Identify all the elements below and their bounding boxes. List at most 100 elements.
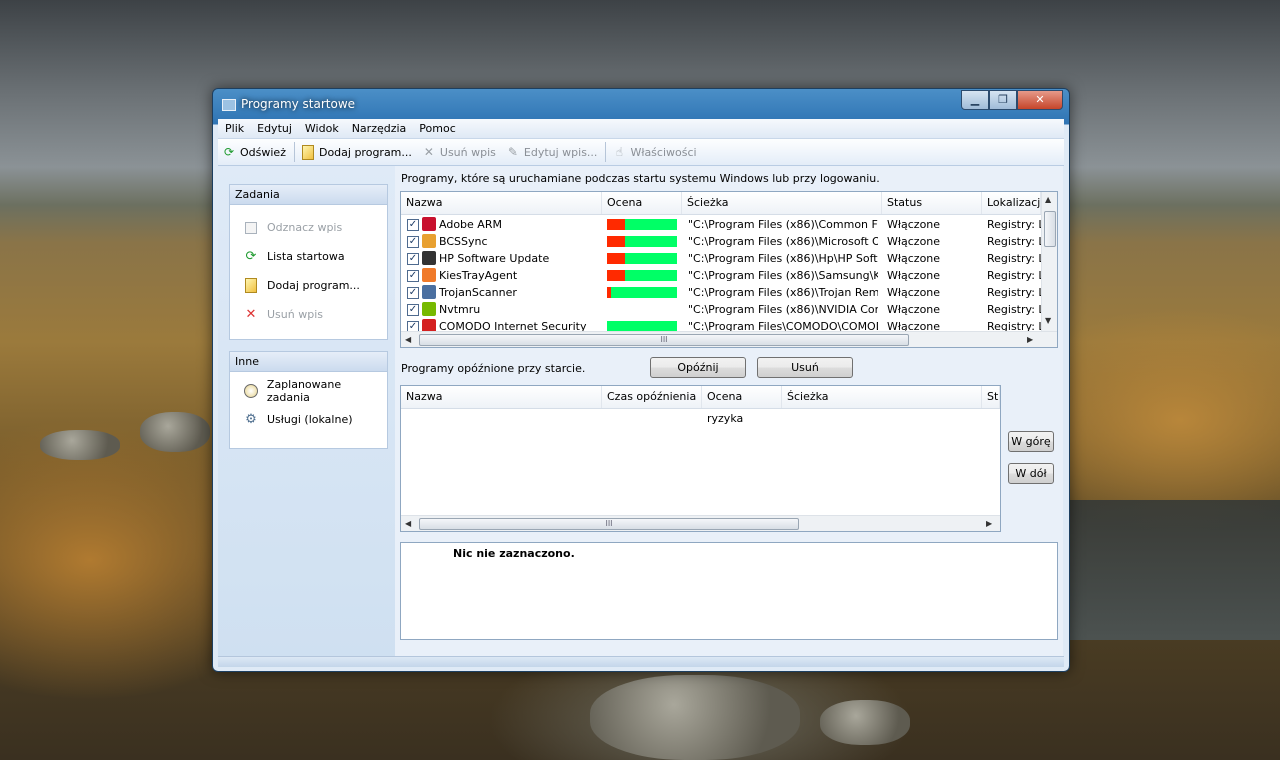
task-uncheck-entry[interactable]: Odznacz wpis [230, 213, 387, 242]
task-startup-list-label: Lista startowa [267, 250, 345, 263]
move-up-button[interactable]: W górę [1008, 431, 1054, 452]
menu-view[interactable]: Widok [298, 119, 345, 135]
main-area: Programy, które są uruchamiane podczas s… [395, 166, 1063, 656]
task-add-program-label: Dodaj program... [267, 279, 360, 292]
row-checkbox[interactable]: ✓ [407, 253, 419, 265]
row-checkbox[interactable]: ✓ [407, 236, 419, 248]
row-checkbox[interactable]: ✓ [407, 270, 419, 282]
maximize-button[interactable]: ❐ [989, 90, 1017, 110]
table-row[interactable]: ✓ Nvtmru "C:\Program Files (x86)\NVIDIA Co… [401, 301, 1041, 318]
startup-programs-window: Programy startowe ▁ ❐ ✕ Plik Edytuj Widok N… [212, 88, 1070, 672]
cell-path: "C:\Program Files (x86)\Common File... [688, 218, 878, 231]
nvidia-icon [422, 302, 436, 316]
menu-file[interactable]: Plik [218, 119, 250, 135]
kies-icon [422, 268, 436, 282]
task-add-program[interactable]: Dodaj program... [230, 271, 387, 300]
startup-list[interactable]: Nazwa Ocena ryzyka Ścieżka Status Lokali… [400, 191, 1058, 348]
other-header: Inne [230, 352, 387, 372]
task-uncheck-entry-label: Odznacz wpis [267, 221, 343, 234]
cell-location: Registry: L [987, 235, 1041, 248]
cell-location: Registry: L [987, 218, 1041, 231]
horizontal-scrollbar[interactable]: ◀ III ▶ [401, 515, 1000, 531]
risk-bar [607, 270, 677, 281]
properties-button[interactable]: ☝ Właściwości [608, 141, 702, 163]
cell-status: Włączone [887, 252, 941, 265]
remove-entry-label: Usuń wpis [439, 145, 496, 159]
task-scheduled-tasks[interactable]: Zaplanowane zadania [230, 376, 387, 405]
horizontal-scrollbar[interactable]: ◀ III ▶ [401, 331, 1057, 347]
close-button[interactable]: ✕ [1017, 90, 1063, 110]
column-risk[interactable]: Ocena ryzyka [602, 192, 682, 231]
risk-bar [607, 219, 677, 230]
scroll-left-arrow[interactable]: ◀ [405, 335, 411, 344]
risk-bar-fill [607, 219, 625, 230]
toolbar-separator [293, 142, 295, 162]
horizontal-scroll-thumb[interactable]: III [419, 518, 799, 530]
column-path[interactable]: Ścieżka [682, 192, 882, 214]
scroll-up-arrow[interactable]: ▲ [1045, 195, 1051, 204]
column-name[interactable]: Nazwa [401, 192, 602, 214]
scroll-down-arrow[interactable]: ▼ [1045, 316, 1051, 325]
move-down-button[interactable]: W dół [1008, 463, 1054, 484]
delete-icon: ✕ [245, 307, 257, 322]
table-row[interactable]: ✓ TrojanScanner "C:\Program Files (x86)\Tr… [401, 284, 1041, 301]
horizontal-scroll-thumb[interactable]: III [419, 334, 909, 346]
row-checkbox[interactable]: ✓ [407, 287, 419, 299]
column-delay-time[interactable]: Czas opóźnienia [602, 386, 702, 408]
office-icon [422, 234, 436, 248]
column-status[interactable]: Status [882, 192, 982, 214]
window-icon [222, 99, 236, 111]
hand-icon: ☝ [615, 145, 624, 159]
table-row[interactable]: ✓ BCSSync "C:\Program Files (x86)\Microsof… [401, 233, 1041, 250]
checkbox-icon [243, 220, 259, 236]
column-status[interactable]: St [982, 386, 1000, 408]
cell-path: "C:\Program Files (x86)\Samsung\Ki... [688, 269, 878, 282]
task-remove-entry[interactable]: ✕ Usuń wpis [230, 300, 387, 329]
edit-icon: ✎ [507, 145, 518, 159]
refresh-button[interactable]: ⟳ Odśwież [218, 141, 292, 163]
column-location[interactable]: Lokalizacja [982, 192, 1047, 214]
remove-entry-button[interactable]: ✕ Usuń wpis [418, 141, 502, 163]
task-startup-list[interactable]: ⟳ Lista startowa [230, 242, 387, 271]
table-row[interactable]: ✓ KiesTrayAgent "C:\Program Files (x86)\Sa… [401, 267, 1041, 284]
toolbar-separator [605, 142, 607, 162]
menu-tools[interactable]: Narzędzia [345, 119, 413, 135]
title-bar[interactable]: Programy startowe ▁ ❐ ✕ [213, 89, 1069, 119]
scroll-left-arrow[interactable]: ◀ [405, 519, 411, 528]
scroll-right-arrow[interactable]: ▶ [986, 519, 992, 528]
cell-name: Nvtmru [439, 303, 481, 316]
table-row[interactable]: ✓ HP Software Update "C:\Program Files (x8… [401, 250, 1041, 267]
row-checkbox[interactable]: ✓ [407, 304, 419, 316]
risk-bar-fill [607, 270, 625, 281]
cell-path: "C:\Program Files (x86)\Hp\HP Soft... [688, 252, 878, 265]
column-risk[interactable]: Ocena ryzyka [702, 386, 782, 425]
task-pane: Zadania Odznacz wpis ⟳ Lista startowa Do… [218, 166, 395, 656]
cell-location: Registry: L [987, 252, 1041, 265]
cell-name: TrojanScanner [439, 286, 517, 299]
column-name[interactable]: Nazwa [401, 386, 602, 408]
delay-button[interactable]: Opóźnij [650, 357, 746, 378]
vertical-scrollbar[interactable]: ▲ ▼ [1041, 192, 1057, 331]
add-program-button[interactable]: Dodaj program... [297, 141, 418, 163]
cell-status: Włączone [887, 286, 941, 299]
edit-entry-button[interactable]: ✎ Edytuj wpis... [502, 141, 604, 163]
vertical-scroll-thumb[interactable] [1044, 211, 1056, 247]
minimize-button[interactable]: ▁ [961, 90, 989, 110]
remove-button[interactable]: Usuń [757, 357, 853, 378]
cell-path: "C:\Program Files (x86)\NVIDIA Cor... [688, 303, 878, 316]
tasks-header: Zadania [230, 185, 387, 205]
toolbar: ⟳ Odśwież Dodaj program... ✕ Usuń wpis ✎… [218, 139, 1064, 166]
edit-entry-label: Edytuj wpis... [523, 145, 598, 159]
row-checkbox[interactable]: ✓ [407, 219, 419, 231]
table-row[interactable]: ✓ Adobe ARM "C:\Program Files (x86)\Common… [401, 216, 1041, 233]
delayed-list[interactable]: Nazwa Czas opóźnienia Ocena ryzyka Ścież… [400, 385, 1001, 532]
rock [140, 412, 210, 452]
task-scheduled-tasks-label: Zaplanowane zadania [266, 377, 342, 404]
task-local-services[interactable]: ⚙ Usługi (lokalne) [230, 405, 387, 434]
scroll-right-arrow[interactable]: ▶ [1027, 335, 1033, 344]
startup-list-header: Nazwa Ocena ryzyka Ścieżka Status Lokali… [401, 192, 1047, 231]
menu-edit[interactable]: Edytuj [250, 119, 298, 135]
menu-help[interactable]: Pomoc [412, 119, 461, 135]
column-path[interactable]: Ścieżka [782, 386, 982, 408]
clock-icon [243, 383, 259, 399]
